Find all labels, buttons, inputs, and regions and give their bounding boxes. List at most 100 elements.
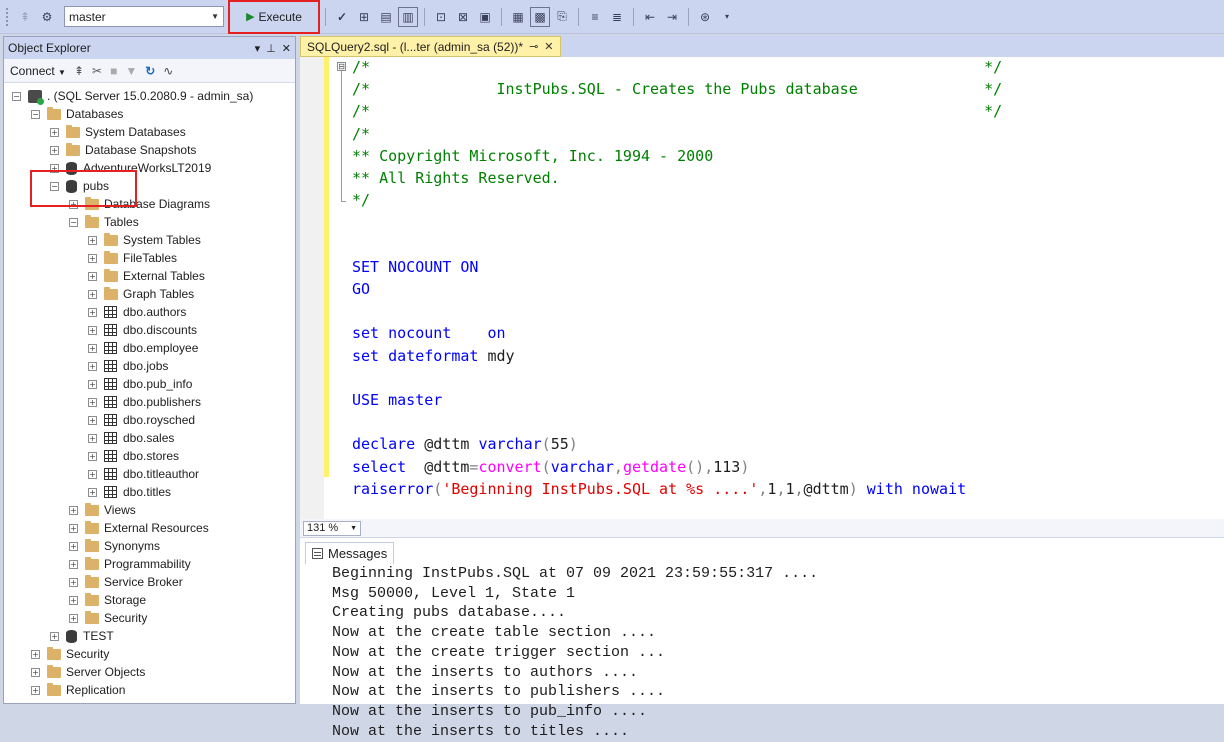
results-to-text-icon[interactable]: ▦ [508,7,528,27]
collapse-icon[interactable]: − [31,109,40,119]
tree-node[interactable]: + dbo.jobs [88,357,168,375]
expand-icon[interactable]: + [69,505,78,515]
code-editor[interactable]: ⊟ /* */ /* InstPubs.SQL - Creates the Pub… [300,57,1224,519]
connect-button[interactable]: Connect ▼ [10,64,66,78]
close-icon[interactable]: ✕ [282,42,291,55]
execute-button[interactable]: ▶ Execute [246,10,302,24]
query-designer-icon[interactable]: ▤ [376,7,396,27]
expand-icon[interactable]: + [88,307,97,317]
results-to-grid-icon[interactable]: ▩ [530,6,550,27]
tab-sqlquery2[interactable]: SQLQuery2.sql - (l...ter (admin_sa (52))… [300,36,561,57]
expand-icon[interactable]: + [31,667,40,677]
expand-icon[interactable]: + [69,541,78,551]
expand-icon[interactable]: + [88,379,97,389]
tree-node[interactable]: + Server Objects [31,663,145,681]
tree-node[interactable]: + External Resources [69,519,209,537]
query-options-icon[interactable]: ▥ [398,6,418,27]
parse-check-icon[interactable]: ✓ [332,7,352,27]
available-databases-select[interactable]: master ▼ [64,6,224,27]
results-to-file-icon[interactable]: ⎘ [552,7,572,27]
tree-node[interactable]: − Databases [31,105,123,123]
expand-icon[interactable]: + [88,469,97,479]
connect-object-explorer-icon[interactable]: ⇞ [74,64,84,78]
expand-icon[interactable]: + [88,235,97,245]
specify-template-values-icon[interactable]: ⊛ [695,7,715,27]
expand-icon[interactable]: + [88,361,97,371]
expand-icon[interactable]: + [31,649,40,659]
zoom-select[interactable]: 131 % ▼ [303,520,361,536]
expand-icon[interactable]: + [88,415,97,425]
expand-icon[interactable]: + [88,451,97,461]
expand-icon[interactable]: + [88,289,97,299]
pin-icon[interactable]: ⊥ [266,42,276,55]
tree-node[interactable]: + dbo.employee [88,339,198,357]
expand-icon[interactable]: + [88,343,97,353]
tree-node[interactable]: + Database Snapshots [50,141,196,159]
expand-icon[interactable]: + [69,613,78,623]
tree-node[interactable]: + Views [69,501,136,519]
tree-node[interactable]: + dbo.pub_info [88,375,192,393]
expand-icon[interactable]: + [88,325,97,335]
toolbar-overflow-icon[interactable]: ▾ [717,7,737,27]
add-icon[interactable]: ⇞ [15,7,35,27]
tree-node[interactable]: + Storage [69,591,146,609]
close-icon[interactable]: ✕ [544,40,553,53]
expand-icon[interactable]: + [69,577,78,587]
include-actual-plan-icon[interactable]: ⊠ [453,7,473,27]
uncomment-icon[interactable]: ≣ [607,7,627,27]
tree-node[interactable]: + Programmability [69,555,191,573]
tree-node[interactable]: + External Tables [88,267,205,285]
expand-icon[interactable]: + [50,145,59,155]
include-statistics-icon[interactable]: ▣ [475,7,495,27]
expand-icon[interactable]: + [31,685,40,695]
expand-icon[interactable]: + [88,487,97,497]
tree-node[interactable]: + System Tables [88,231,201,249]
tree-node[interactable]: + dbo.publishers [88,393,201,411]
intellisense-icon[interactable]: ⊡ [431,7,451,27]
tree-node[interactable]: + dbo.stores [88,447,179,465]
tree-node[interactable]: + Service Broker [69,573,183,591]
expand-icon[interactable]: + [50,631,59,641]
collapse-icon[interactable]: − [12,91,21,101]
collapse-icon[interactable]: − [69,217,78,227]
disconnect-icon[interactable]: ✂ [92,64,102,78]
tab-messages[interactable]: Messages [305,542,395,564]
expand-icon[interactable]: + [88,271,97,281]
tree-node[interactable]: + Security [69,609,147,627]
expand-icon[interactable]: + [88,397,97,407]
outline-collapse-icon[interactable]: ⊟ [337,62,346,71]
increase-indent-icon[interactable]: ⇥ [662,7,682,27]
change-connection-icon[interactable]: ⚙ [37,7,57,27]
stop-icon[interactable]: ■ [110,64,117,78]
tree-node[interactable]: + dbo.titleauthor [88,465,199,483]
pin-icon[interactable]: ⊸ [529,40,538,53]
tree-node[interactable]: − . (SQL Server 15.0.2080.9 - admin_sa) [12,87,253,105]
expand-icon[interactable]: + [88,253,97,263]
activity-monitor-icon[interactable]: ∿ [163,64,173,78]
expand-icon[interactable]: + [69,559,78,569]
window-position-icon[interactable]: ▾ [255,42,261,55]
expand-icon[interactable]: + [50,127,59,137]
toolbar-grip[interactable] [6,7,14,26]
tree-node[interactable]: + System Databases [50,123,186,141]
tree-node[interactable]: + Synonyms [69,537,160,555]
tree-node[interactable]: + Replication [31,681,125,699]
refresh-icon[interactable]: ↻ [145,64,155,78]
tree-node[interactable]: + Security [31,645,109,663]
comment-out-icon[interactable]: ≡ [585,7,605,27]
expand-icon[interactable]: + [69,523,78,533]
expand-icon[interactable]: + [88,433,97,443]
tree-node[interactable]: + TEST [50,627,114,645]
display-estimated-plan-icon[interactable]: ⊞ [354,7,374,27]
tree-node[interactable]: − Tables [69,213,139,231]
filter-icon[interactable]: ▼ [125,64,137,78]
tree-node[interactable]: + dbo.sales [88,429,174,447]
tree-node[interactable]: + dbo.roysched [88,411,195,429]
decrease-indent-icon[interactable]: ⇤ [640,7,660,27]
tree-node[interactable]: + dbo.titles [88,483,171,501]
tree-node[interactable]: + Graph Tables [88,285,194,303]
tree-node[interactable]: + dbo.authors [88,303,186,321]
expand-icon[interactable]: + [69,595,78,605]
tree-node[interactable]: + dbo.discounts [88,321,197,339]
tree-node[interactable]: + FileTables [88,249,177,267]
